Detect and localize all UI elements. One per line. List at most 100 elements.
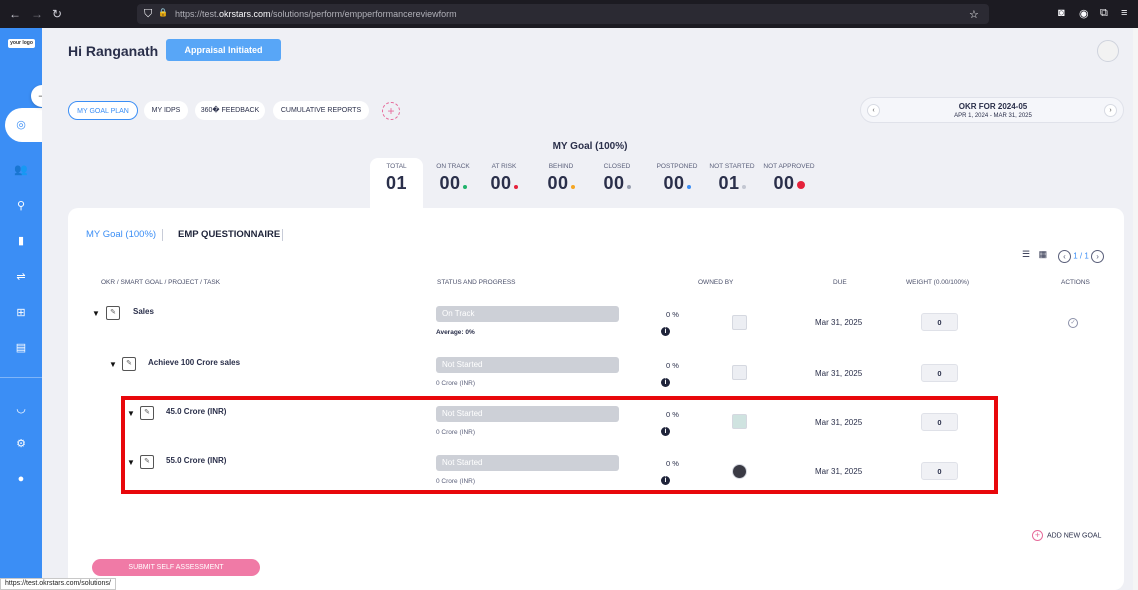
stat-not-approved[interactable]: NOT APPROVED 00 [755, 163, 823, 194]
stat-behind[interactable]: BEHIND 00 [535, 163, 587, 194]
list-view-icon[interactable]: ☰ [1022, 249, 1030, 259]
info-icon[interactable]: i [661, 327, 670, 336]
task-icon: ✎ [106, 306, 120, 320]
subtab-divider [282, 229, 283, 241]
task-icon: ✎ [122, 357, 136, 371]
team-icon[interactable]: 👥 [0, 163, 42, 176]
gear-icon[interactable]: ⚙ [0, 437, 42, 450]
sidebar: your logo ◎ 👥 ⚲ ▮ ⇌ ⊞ ▤ ◡ ⚙ ● [0, 28, 42, 590]
col-owned-by: OWNED BY [698, 279, 734, 286]
add-new-goal-button[interactable]: + ADD NEW GOAL [1032, 530, 1101, 541]
sidebar-divider [0, 377, 42, 378]
row-name[interactable]: Achieve 100 Crore sales [148, 358, 240, 367]
row-name[interactable]: Sales [133, 307, 154, 316]
expand-caret-icon[interactable]: ▼ [109, 360, 117, 369]
extensions-icon[interactable]: ⧉ [1100, 7, 1108, 20]
col-actions: ACTIONS [1061, 279, 1090, 286]
next-period-button[interactable]: › [1104, 104, 1117, 117]
stat-number: 00 [663, 173, 685, 193]
stat-value: 00 [422, 173, 484, 194]
profile-avatar[interactable] [1097, 40, 1119, 62]
stat-value: 01 [368, 173, 425, 194]
not-approved-x-icon [796, 181, 805, 189]
handshake-icon[interactable]: ⇌ [0, 270, 42, 283]
status-dot-icon [513, 185, 518, 189]
status-dot-icon [741, 185, 746, 189]
col-weight: WEIGHT (0.00/100%) [906, 279, 970, 286]
col-status: STATUS AND PROGRESS [437, 279, 516, 286]
goal-summary-title: MY Goal (100%) [552, 141, 628, 152]
next-page-button[interactable]: › [1091, 250, 1105, 263]
status-dot-icon [462, 185, 467, 189]
menu-icon[interactable]: ≡ [1121, 7, 1127, 19]
report-icon[interactable]: ▤ [0, 341, 42, 354]
bookmark-star-icon[interactable]: ☆ [969, 8, 979, 21]
subtab-emp-questionnaire[interactable]: EMP QUESTIONNAIRE [178, 229, 280, 240]
subtab-divider [162, 229, 163, 241]
eye-icon[interactable]: ◡ [0, 402, 42, 415]
submit-self-assessment-button[interactable]: SUBMIT SELF ASSESSMENT [92, 559, 260, 576]
main-content: Hi Ranganath Appraisal Initiated MY GOAL… [42, 28, 1138, 590]
row-subtext: 0 Crore (INR) [436, 380, 476, 387]
status-dot-icon [686, 185, 691, 189]
stat-number: 00 [490, 173, 512, 193]
stat-label: AT RISK [491, 163, 517, 170]
owner-avatar[interactable] [732, 365, 747, 380]
row-due-date: Mar 31, 2025 [815, 369, 863, 378]
progress-bar: Not Started [436, 357, 619, 373]
tab-360-feedback[interactable]: 360� FEEDBACK [195, 101, 265, 120]
check-icon[interactable]: ✓ [1068, 318, 1078, 328]
book-icon[interactable]: ▮ [0, 234, 42, 247]
add-new-goal-label: ADD NEW GOAL [1047, 532, 1102, 540]
expand-caret-icon[interactable]: ▼ [92, 309, 100, 318]
row-weight-input[interactable]: 0 [921, 313, 958, 331]
pocket-icon[interactable]: ◙ [1058, 7, 1065, 19]
row-subtext: Average: 0% [436, 329, 475, 336]
stat-label: CLOSED [603, 163, 631, 170]
status-label: Not Started [442, 360, 483, 369]
stat-label: ON TRACK [436, 163, 470, 170]
okr-period-selector[interactable]: ‹ OKR FOR 2024-05 APR 1, 2024 - MAR 31, … [860, 97, 1124, 123]
user-icon[interactable]: ● [0, 473, 42, 485]
stat-closed[interactable]: CLOSED 00 [591, 163, 643, 194]
company-logo: your logo [8, 39, 35, 48]
reload-icon[interactable]: ↻ [52, 7, 62, 21]
tab-my-idps[interactable]: MY IDPS [144, 101, 188, 120]
tab-my-goal-plan[interactable]: MY GOAL PLAN [68, 101, 138, 120]
status-dot-icon [626, 185, 631, 189]
back-icon[interactable]: ← [9, 7, 21, 21]
status-bar-url: https://test.okrstars.com/solutions/ [0, 578, 116, 590]
stat-label: BEHIND [548, 163, 574, 170]
appraisal-initiated-button[interactable]: Appraisal Initiated [166, 39, 281, 61]
owner-avatar[interactable] [732, 315, 747, 330]
stat-number: 01 [385, 173, 408, 193]
prev-page-button[interactable]: ‹ [1058, 250, 1071, 263]
stat-total[interactable]: TOTAL 01 [368, 163, 425, 194]
page-indicator: 1 / 1 [1073, 251, 1089, 261]
add-tab-button[interactable]: + [382, 102, 400, 120]
info-icon[interactable]: i [661, 378, 670, 387]
stat-value: 00 [591, 173, 643, 194]
stat-label: NOT APPROVED [763, 163, 815, 170]
stat-number: 01 [718, 173, 740, 193]
status-dot-icon [570, 185, 575, 189]
target-icon[interactable]: ◎ [0, 118, 42, 131]
stat-number: 00 [547, 173, 569, 193]
stat-label: TOTAL [386, 163, 407, 170]
stat-value: 00 [535, 173, 587, 194]
org-tree-icon[interactable]: ⊞ [0, 306, 42, 319]
person-icon[interactable]: ⚲ [0, 199, 42, 212]
page-scrollbar[interactable] [1133, 28, 1138, 590]
col-due: DUE [833, 279, 847, 286]
stat-at-risk[interactable]: AT RISK 00 [478, 163, 530, 194]
subtab-my-goal[interactable]: MY Goal (100%) [86, 229, 156, 240]
row-weight-input[interactable]: 0 [921, 364, 958, 382]
stat-on-track[interactable]: ON TRACK 00 [422, 163, 484, 194]
address-bar[interactable]: ⛉ 🔒 https://test.okrstars.com/solutions/… [137, 4, 989, 24]
account-icon[interactable]: ◉ [1079, 7, 1089, 20]
grid-view-icon[interactable]: ▦ [1039, 249, 1048, 259]
forward-icon[interactable]: → [31, 7, 43, 21]
tab-cumulative-reports[interactable]: CUMULATIVE REPORTS [273, 101, 369, 120]
okr-period-title[interactable]: OKR FOR 2024-05 [861, 102, 1125, 111]
pagination: ‹ 1 / 1 › [1058, 250, 1105, 263]
